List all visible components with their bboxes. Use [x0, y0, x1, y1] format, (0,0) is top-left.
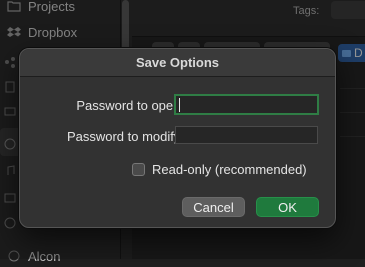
- readonly-option[interactable]: Read-only (recommended): [132, 162, 307, 177]
- dialog-title: Save Options: [20, 49, 335, 77]
- password-modify-label: Password to modify:: [66, 129, 184, 144]
- readonly-label: Read-only (recommended): [152, 162, 307, 177]
- password-open-label: Password to open:: [76, 98, 184, 113]
- text-caret: [179, 98, 180, 112]
- readonly-checkbox[interactable]: [132, 163, 145, 176]
- cancel-button[interactable]: Cancel: [182, 197, 245, 217]
- ok-button[interactable]: OK: [256, 197, 319, 217]
- password-open-field[interactable]: [174, 94, 319, 115]
- password-modify-field[interactable]: [175, 126, 318, 144]
- save-options-dialog: Save Options Password to open: Password …: [19, 48, 336, 228]
